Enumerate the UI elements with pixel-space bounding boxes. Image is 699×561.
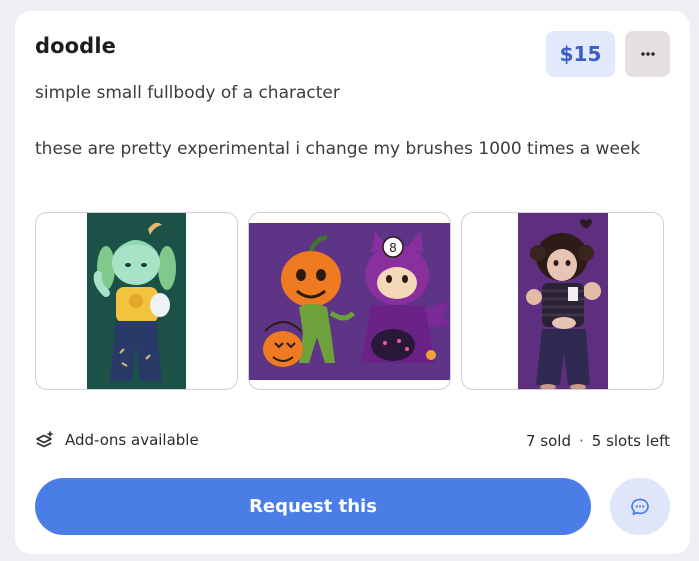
- character-illustration: [518, 213, 608, 389]
- description-line-1: simple small fullbody of a character: [35, 83, 340, 103]
- character-illustration: 8: [249, 223, 450, 380]
- svg-text:8: 8: [389, 241, 397, 255]
- separator-dot: ·: [578, 432, 584, 450]
- message-button[interactable]: [610, 478, 670, 535]
- description-line-2: these are pretty experimental i change m…: [35, 139, 641, 159]
- request-button[interactable]: Request this: [35, 478, 591, 535]
- addons-label: Add-ons available: [65, 431, 199, 449]
- more-options-button[interactable]: [625, 31, 670, 77]
- price-badge: $15: [546, 31, 615, 77]
- slots-left: 5 slots left: [591, 432, 670, 450]
- thumbnail-image-1[interactable]: [35, 212, 238, 390]
- chat-bubble-icon: [631, 498, 649, 515]
- listing-title: doodle: [35, 34, 116, 58]
- sales-stats: 7 sold · 5 slots left: [526, 432, 670, 450]
- commission-card: doodle $15 simple small fullbody of a ch…: [15, 11, 690, 554]
- sold-count: 7 sold: [525, 432, 571, 450]
- thumbnail-image-2[interactable]: 8: [248, 212, 451, 390]
- character-illustration: [87, 213, 186, 389]
- layers-plus-icon: [36, 431, 53, 448]
- thumbnail-image-3[interactable]: [461, 212, 664, 390]
- more-horizontal-icon: [640, 52, 655, 56]
- addons-indicator: Add-ons available: [35, 431, 199, 449]
